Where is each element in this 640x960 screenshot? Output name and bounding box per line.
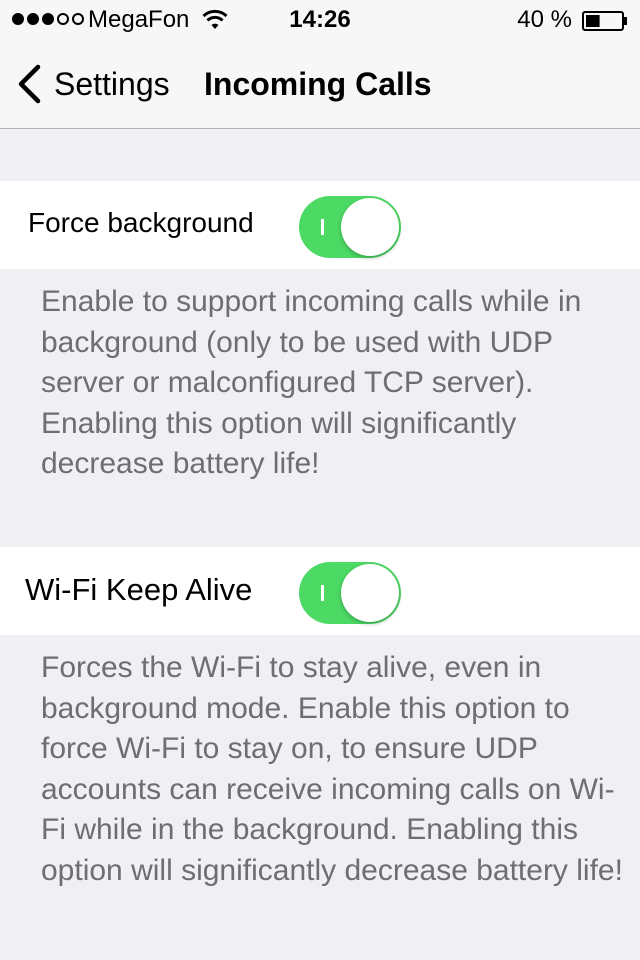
page-title: Incoming Calls (204, 66, 432, 102)
setting-description: Enable to support incoming calls while i… (41, 285, 582, 480)
toggle-on-indicator (321, 219, 324, 235)
setting-row-wifi-keep-alive: Wi-Fi Keep Alive (0, 547, 640, 635)
setting-label: Wi-Fi Keep Alive (25, 572, 253, 607)
force-background-toggle[interactable] (299, 196, 401, 258)
chevron-left-icon (18, 64, 41, 104)
navigation-bar: Settings Incoming Calls (0, 40, 640, 129)
toggle-knob (341, 198, 399, 256)
back-button[interactable]: Settings (16, 64, 170, 104)
setting-row-force-background: Force background (0, 181, 640, 269)
toggle-on-indicator (321, 585, 324, 601)
status-bar: MegaFon 14:26 40 % (0, 0, 640, 40)
toggle-knob (341, 564, 399, 622)
battery-percentage: 40 % (517, 6, 572, 33)
setting-description: Forces the Wi-Fi to stay alive, even in … (41, 651, 623, 887)
wifi-keep-alive-toggle[interactable] (299, 562, 401, 624)
setting-label: Force background (28, 207, 254, 238)
back-button-label: Settings (54, 65, 170, 102)
battery-icon (582, 11, 627, 31)
